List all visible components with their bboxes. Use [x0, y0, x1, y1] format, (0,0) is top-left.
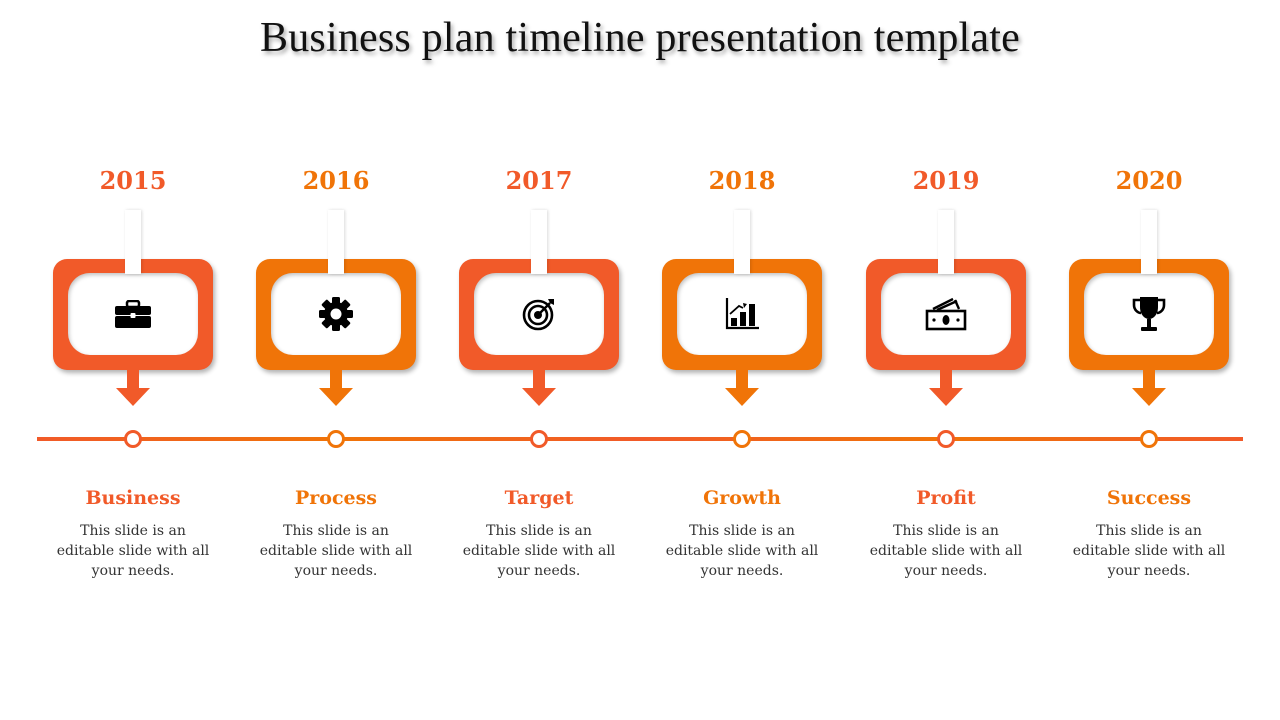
- icon-card: [866, 259, 1026, 370]
- milestone-title: Business: [85, 487, 181, 509]
- milestone-description: This slide is an editable slide with all…: [259, 523, 413, 579]
- year-label: 2018: [708, 166, 776, 195]
- year-label: 2016: [302, 166, 370, 195]
- icon-card: [1069, 259, 1229, 370]
- icon-card-inner: [881, 273, 1011, 355]
- arrow-down-icon: [522, 370, 556, 406]
- milestone-description: This slide is an editable slide with all…: [462, 523, 616, 579]
- timeline-node: [530, 430, 548, 448]
- timeline-item: 2016 Process This slide is an editable sl…: [236, 0, 436, 720]
- year-label: 2017: [505, 166, 573, 195]
- icon-card: [662, 259, 822, 370]
- arrow-down-icon: [116, 370, 150, 406]
- trophy-icon: [1132, 295, 1166, 333]
- milestone-title: Success: [1106, 487, 1192, 509]
- connector-stem: [531, 210, 547, 274]
- milestone-title: Profit: [916, 487, 976, 509]
- timeline-node: [124, 430, 142, 448]
- briefcase-icon: [115, 300, 151, 328]
- milestone-title: Growth: [703, 487, 781, 509]
- milestone-description: This slide is an editable slide with all…: [1072, 523, 1226, 579]
- year-label: 2019: [912, 166, 980, 195]
- milestone-title: Target: [504, 487, 574, 509]
- milestone-title: Process: [294, 487, 378, 509]
- milestone-description: This slide is an editable slide with all…: [665, 523, 819, 579]
- year-label: 2020: [1115, 166, 1183, 195]
- icon-card-inner: [1084, 273, 1214, 355]
- timeline-item: 2018 Growth This slide is an editable sli…: [642, 0, 842, 720]
- icon-card-inner: [474, 273, 604, 355]
- growth-chart-icon: [725, 298, 759, 330]
- milestone-description: This slide is an editable slide with all…: [56, 523, 210, 579]
- milestone-description: This slide is an editable slide with all…: [869, 523, 1023, 579]
- timeline-item: 2017 Target This slide is an editable sli…: [439, 0, 639, 720]
- money-icon: [925, 297, 967, 331]
- timeline-item: 2019 Profit This slide is an editable sli…: [846, 0, 1046, 720]
- timeline-item: 2015 Business This slide is an editable s…: [33, 0, 233, 720]
- timeline-node: [937, 430, 955, 448]
- connector-stem: [328, 210, 344, 274]
- year-label: 2015: [99, 166, 167, 195]
- timeline-node: [1140, 430, 1158, 448]
- arrow-down-icon: [319, 370, 353, 406]
- timeline-item: 2020 Success This slide is an editable sl…: [1049, 0, 1249, 720]
- connector-stem: [1141, 210, 1157, 274]
- timeline-node: [327, 430, 345, 448]
- arrow-down-icon: [1132, 370, 1166, 406]
- connector-stem: [734, 210, 750, 274]
- icon-card-inner: [271, 273, 401, 355]
- timeline-node: [733, 430, 751, 448]
- connector-stem: [125, 210, 141, 274]
- arrow-down-icon: [929, 370, 963, 406]
- icon-card-inner: [677, 273, 807, 355]
- icon-card-inner: [68, 273, 198, 355]
- icon-card: [53, 259, 213, 370]
- connector-stem: [938, 210, 954, 274]
- icon-card: [256, 259, 416, 370]
- arrow-down-icon: [725, 370, 759, 406]
- icon-card: [459, 259, 619, 370]
- gear-icon: [319, 297, 353, 331]
- target-icon: [522, 297, 556, 331]
